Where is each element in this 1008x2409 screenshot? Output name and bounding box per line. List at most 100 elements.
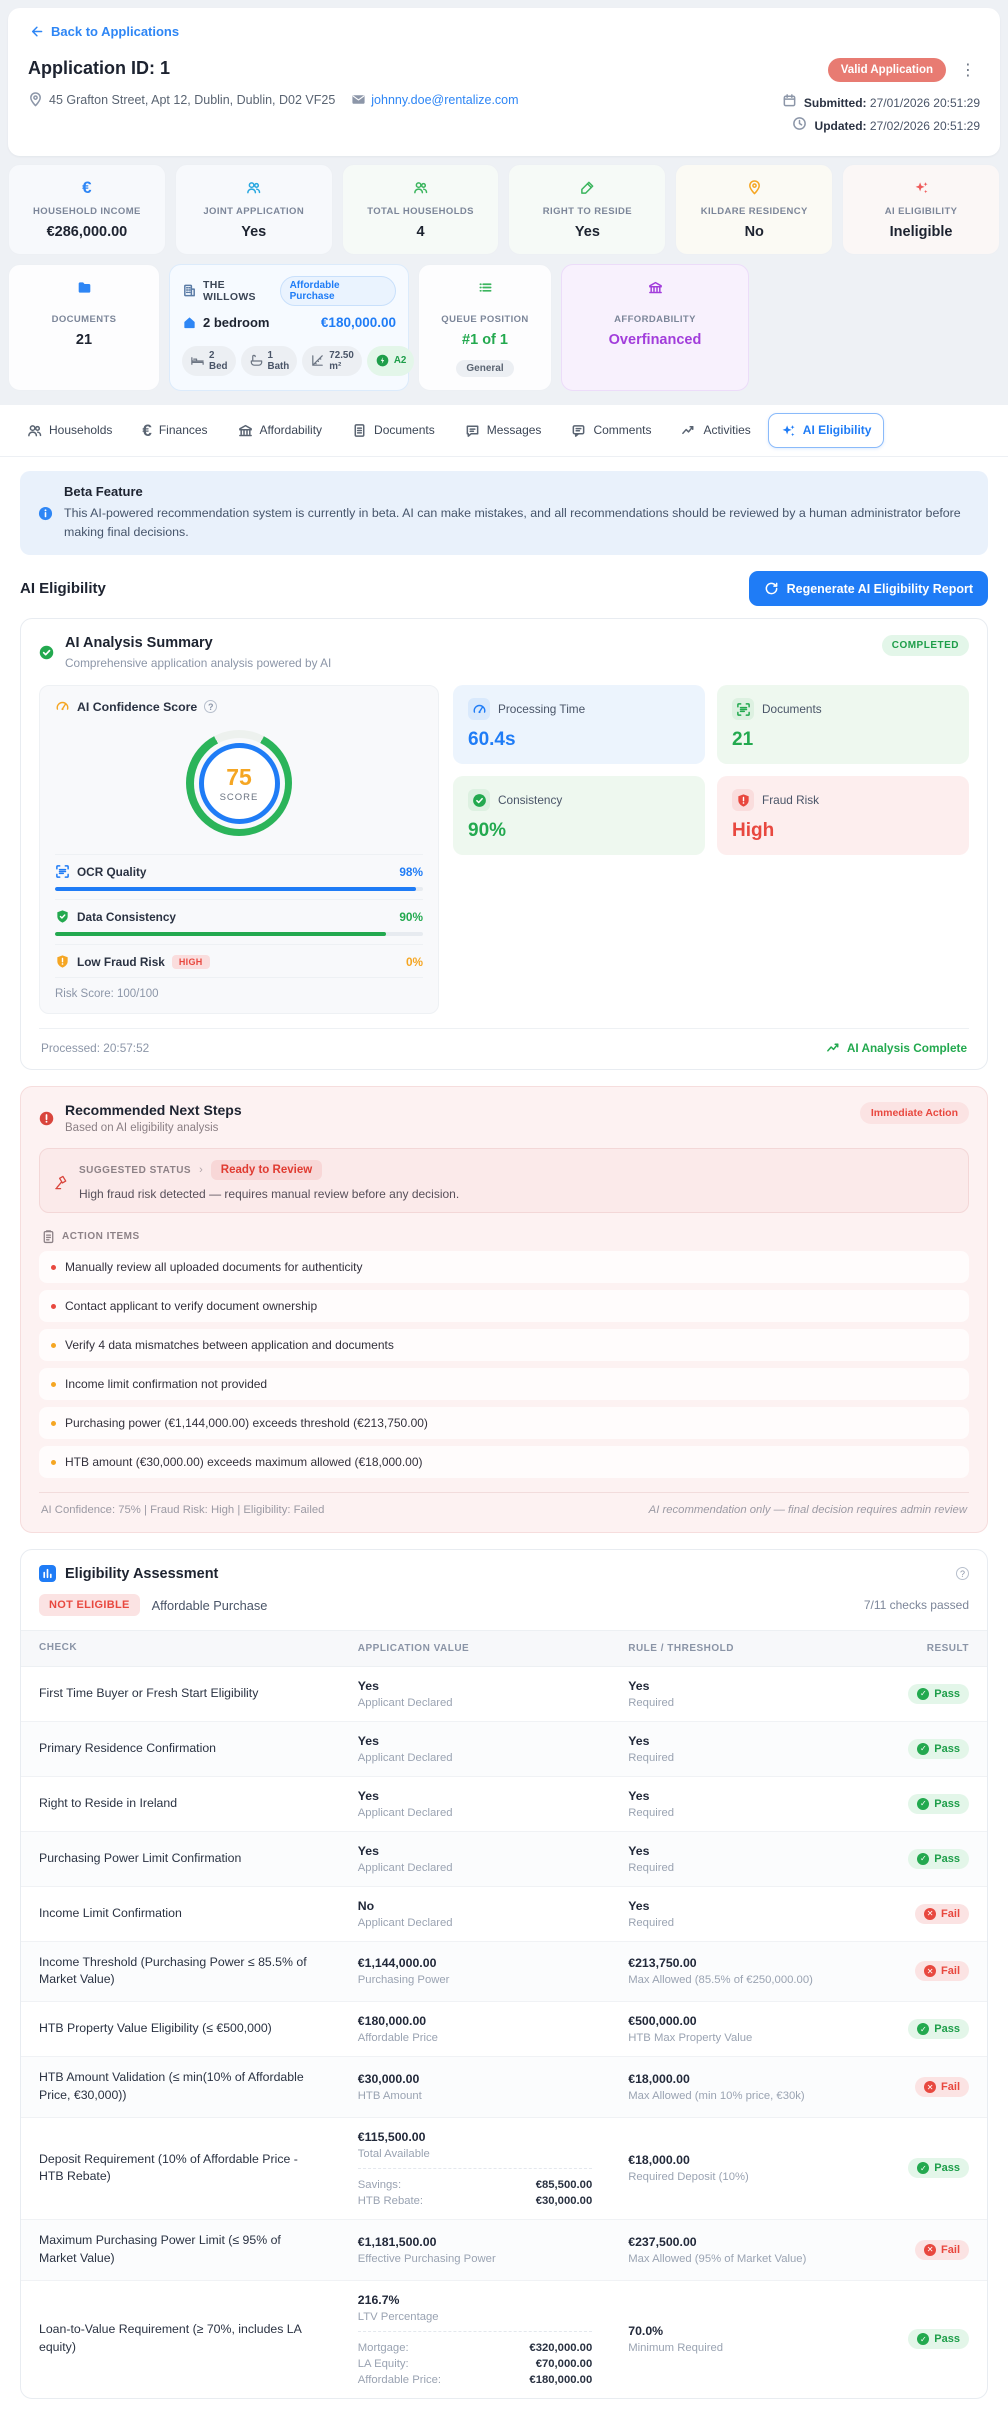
queue-list-icon	[478, 278, 493, 298]
risk-score-text: Risk Score: 100/100	[55, 977, 423, 1000]
trend-up-icon	[826, 1040, 841, 1055]
affordability-card: AFFORDABILITY Overfinanced	[561, 263, 749, 391]
breakdown-row: Affordable Price: €180,000.00	[357, 2373, 593, 2386]
euro-icon: €	[82, 178, 92, 198]
check-circle-icon	[468, 789, 490, 812]
signature-icon	[580, 178, 595, 198]
users-icon	[27, 423, 42, 438]
tab-ai-eligibility[interactable]: AI Eligibility	[767, 412, 885, 448]
result-badge: ✓ Pass	[908, 1848, 969, 1869]
confidence-score-value: 75	[226, 763, 252, 790]
gavel-icon	[54, 1163, 69, 1201]
stat-card: RIGHT TO RESIDE Yes	[508, 163, 667, 255]
metric-card: Processing Time 60.4s	[453, 685, 705, 765]
table-row: Income Threshold (Purchasing Power ≤ 85.…	[21, 1940, 987, 2002]
breakdown-row: HTB Rebate: €30,000.00	[357, 2194, 593, 2207]
table-row: Income Limit Confirmation No Applicant D…	[21, 1885, 987, 1942]
next-steps-card: Recommended Next Steps Based on AI eligi…	[20, 1086, 988, 1534]
assessment-help-icon[interactable]: ?	[956, 1567, 969, 1581]
confidence-gauge: 75 SCORE	[186, 730, 292, 837]
message-icon	[465, 423, 480, 438]
eligibility-assessment-card: Eligibility Assessment ? NOT ELIGIBLE Af…	[20, 1549, 988, 2399]
bank-icon	[648, 278, 663, 298]
result-badge: ✕ Fail	[915, 1961, 969, 1982]
clock-icon	[792, 116, 807, 131]
home-icon	[182, 315, 197, 330]
refresh-icon	[764, 581, 779, 596]
tab-activities[interactable]: Activities	[668, 413, 763, 448]
tab-affordability[interactable]: Affordability	[225, 413, 335, 448]
table-row: Deposit Requirement (10% of Affordable P…	[21, 2116, 987, 2220]
stat-card: TOTAL HOUSEHOLDS 4	[341, 163, 500, 255]
tab-finances[interactable]: € Finances	[129, 412, 220, 449]
stat-card: AI ELIGIBILITY Ineligible	[842, 163, 1000, 255]
property-card: THE WILLOWS Affordable Purchase 2 bedroo…	[169, 263, 415, 391]
euro-icon: €	[142, 420, 152, 440]
application-header-card: Back to Applications Application ID: 1 V…	[8, 8, 1000, 156]
sparkles-icon	[914, 178, 929, 198]
scan-icon	[55, 864, 70, 879]
updated-timestamp: Updated: 27/02/2026 20:51:29	[782, 115, 980, 138]
section-title: AI Eligibility	[20, 580, 106, 598]
activity-icon	[681, 423, 696, 438]
beta-feature-banner: Beta Feature This AI-powered recommendat…	[20, 470, 988, 556]
metric-card: Fraud Risk High	[717, 776, 969, 856]
tab-messages[interactable]: Messages	[452, 413, 555, 448]
page-title: Application ID: 1	[28, 58, 171, 78]
queue-type-chip: General	[456, 359, 514, 377]
confidence-info-icon[interactable]: ?	[204, 700, 218, 714]
property-chip: 1 Bath	[240, 345, 298, 376]
completed-badge: COMPLETED	[881, 635, 969, 657]
shield-check-icon	[55, 909, 70, 924]
action-item: Purchasing power (€1,144,000.00) exceeds…	[39, 1407, 969, 1440]
energy-rating-chip: A2	[366, 345, 415, 376]
energy-icon	[375, 353, 390, 368]
back-label: Back to Applications	[51, 24, 180, 39]
folder-icon	[77, 278, 92, 298]
ai-disclaimer: AI recommendation only — final decision …	[648, 1504, 967, 1517]
users-icon	[246, 178, 261, 198]
table-row: Loan-to-Value Requirement (≥ 70%, includ…	[21, 2279, 987, 2398]
info-icon	[38, 485, 53, 542]
address-text: 45 Grafton Street, Apt 12, Dublin, Dubli…	[49, 92, 336, 107]
breakdown-row: Mortgage: €320,000.00	[357, 2341, 593, 2354]
checks-passed-count: 7/11 checks passed	[863, 1598, 969, 1613]
back-to-applications-link[interactable]: Back to Applications	[28, 24, 179, 39]
action-item: HTB amount (€30,000.00) exceeds maximum …	[39, 1446, 969, 1479]
arrow-left-icon	[28, 24, 43, 39]
suggested-status-box: SUGGESTED STATUS › Ready to Review High …	[39, 1148, 969, 1214]
result-badge: ✕ Fail	[915, 2077, 969, 2098]
action-item: Income limit confirmation not provided	[39, 1368, 969, 1401]
analysis-complete-label: AI Analysis Complete	[826, 1040, 967, 1055]
action-item: Manually review all uploaded documents f…	[39, 1251, 969, 1284]
shield-alert-icon	[55, 954, 70, 969]
gauge-icon	[468, 698, 490, 721]
calendar-icon	[782, 93, 797, 108]
queue-position-card: QUEUE POSITION #1 of 1 General	[418, 263, 552, 391]
not-eligible-badge: NOT ELIGIBLE	[39, 1594, 140, 1617]
more-options-button[interactable]: ⋮	[956, 58, 980, 82]
stats-row: € HOUSEHOLD INCOME €286,000.00 JOINT APP…	[8, 163, 1000, 255]
result-badge: ✕ Fail	[915, 2239, 969, 2260]
confidence-bar-row: Data Consistency 90%	[55, 899, 423, 944]
regenerate-report-button[interactable]: Regenerate AI Eligibility Report	[748, 571, 988, 607]
stat-card: JOINT APPLICATION Yes	[174, 163, 333, 255]
queue-position-value: #1 of 1	[462, 331, 508, 348]
applicant-email-link[interactable]: johnny.doe@rentalize.com	[351, 92, 519, 107]
stat-card: € HOUSEHOLD INCOME €286,000.00	[8, 163, 166, 255]
tab-comments[interactable]: Comments	[558, 413, 664, 448]
bank-icon	[238, 423, 253, 438]
tab-households[interactable]: Households	[14, 413, 125, 448]
comment-icon	[571, 423, 586, 438]
table-row: HTB Property Value Eligibility (≤ €500,0…	[21, 2001, 987, 2057]
tab-documents[interactable]: Documents	[339, 413, 448, 448]
result-badge: ✓ Pass	[908, 2329, 969, 2349]
sparkles-icon	[781, 423, 796, 438]
eligibility-checks-table: CHECK APPLICATION VALUE RULE / THRESHOLD…	[21, 1630, 987, 2398]
affordability-value: Overfinanced	[608, 331, 702, 348]
mail-icon	[351, 92, 366, 107]
table-header-row: CHECK APPLICATION VALUE RULE / THRESHOLD…	[21, 1630, 987, 1667]
ai-confidence-footnote: AI Confidence: 75% | Fraud Risk: High | …	[41, 1504, 325, 1517]
shield-alert-icon	[732, 789, 754, 812]
action-item: Contact applicant to verify document own…	[39, 1290, 969, 1323]
